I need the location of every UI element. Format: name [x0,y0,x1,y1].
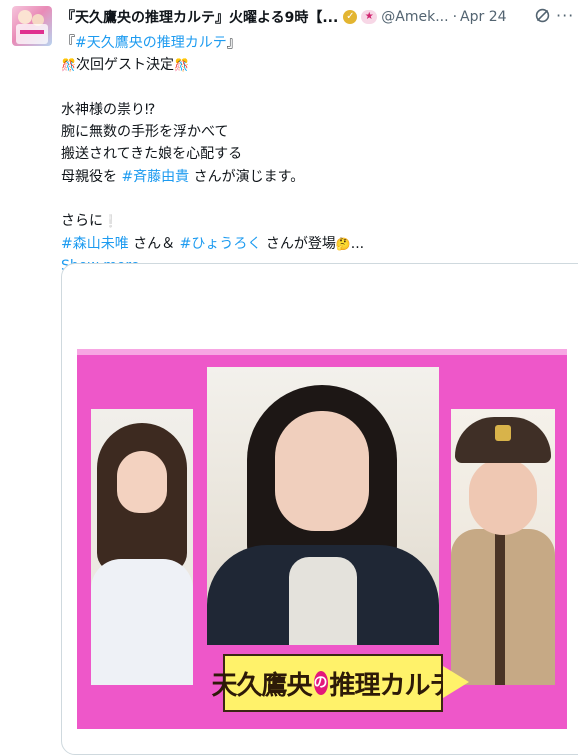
guest-photo-left [91,409,193,685]
hashtag-link[interactable]: #天久鷹央の推理カルテ [75,35,227,51]
hashtag-link[interactable]: #森山未唯 [61,236,129,252]
confetti-emoji: 🎊 [173,58,189,73]
show-title-logo: 天久鷹央の推理カルテ [211,654,469,712]
avatar-art [16,24,48,44]
more-options-icon[interactable]: ··· [556,6,574,25]
verified-badge-icon: ✓ [343,10,358,24]
hashtag-link[interactable]: #ひょうろく [180,236,262,252]
tweet-date[interactable]: Apr 24 [460,9,506,25]
thinking-emoji: 🤔 [335,236,351,251]
text-line: 腕に無数の手形を浮かべて [61,124,229,141]
confetti-emoji: 🎊 [61,58,76,73]
text-line: 『#天久鷹央の推理カルテ』 [61,35,241,51]
tweet-header: 『天久鷹央の推理カルテ』火曜よる9時【... ✓ ★ @Amek... · Ap… [61,6,507,28]
separator-dot: · [452,9,458,25]
text-line: さらに❕ [61,213,118,230]
text-line: 🎊次回ゲスト決定🎊 [61,57,189,74]
promo-image[interactable]: 天久鷹央の推理カルテ [77,349,567,729]
guest-photo-right [451,409,555,685]
text-line: 搬送されてきた娘を心配する [61,146,243,163]
profile-avatar[interactable] [12,6,52,46]
hashtag-link[interactable]: #斉藤由貴 [121,169,189,185]
grok-icon[interactable] [534,7,551,24]
tweet-text: 『#天久鷹央の推理カルテ』 🎊次回ゲスト決定🎊 水神様の祟り⁉ 腕に無数の手形を… [61,32,571,277]
text-line: 母親役を #斉藤由貴 さんが演じます。 [61,168,305,185]
exclamation-emoji: ❕ [103,214,118,229]
text-line: 水神様の祟り⁉ [61,101,156,118]
avatar-art [20,30,44,34]
media-card[interactable]: 天久鷹央の推理カルテ [61,263,578,755]
text-line: #森山未唯 さん＆ #ひょうろく さんが登場🤔... [61,235,365,252]
avatar-art [18,10,32,24]
affiliate-badge-icon: ★ [361,10,378,24]
display-name[interactable]: 『天久鷹央の推理カルテ』火曜よる9時【... [61,7,338,27]
guest-photo-center [207,367,439,645]
user-handle[interactable]: @Amek... [381,9,448,25]
